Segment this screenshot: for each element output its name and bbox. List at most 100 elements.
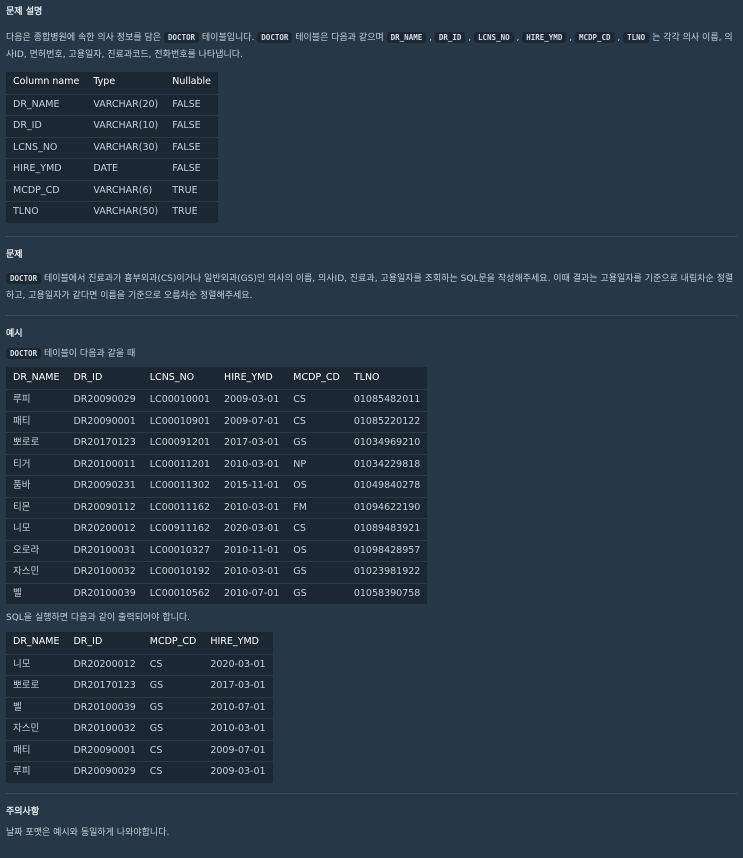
table-cell: DR_ID [6, 115, 87, 137]
table-cell: 2009-03-01 [203, 761, 273, 783]
table-cell: DR20200012 [66, 518, 143, 540]
table-cell: 니모 [6, 653, 67, 676]
table-cell: LC00010562 [142, 582, 218, 604]
table-cell: FALSE [165, 158, 218, 180]
desc-text-1: 다음은 종합병원에 속한 의사 정보를 담은 [6, 32, 164, 43]
code-doctor: DOCTOR [163, 31, 200, 43]
table-cell: DR20090112 [66, 496, 143, 519]
table-cell: GS [142, 675, 204, 697]
table-cell: FALSE [165, 115, 218, 137]
table-cell: LC00011201 [142, 453, 218, 476]
table-cell: 01085220122 [346, 410, 428, 433]
table-header-cell: DR_NAME [13, 636, 60, 648]
table-cell: 2010-03-01 [217, 561, 287, 583]
table-header-cell: DR_ID [73, 636, 103, 648]
table-cell: 01049840278 [346, 475, 428, 497]
schema-table: Column name Type Nullable DR_NAME VARCHAR… [6, 71, 218, 223]
table-row: HIRE_YMD DATE FALSE [6, 158, 218, 180]
table-header-cell: DR_NAME [13, 371, 60, 383]
table-cell: DR20090001 [66, 739, 143, 762]
code-doctor: DOCTOR [257, 31, 293, 43]
desc-heading: 문제 설명 [6, 7, 43, 17]
table-cell: 01089483921 [346, 518, 428, 540]
desc-paragraph: 다음은 종합병원에 속한 의사 정보를 담은 DOCTOR 테이블입니다. DO… [6, 31, 733, 60]
table-cell: 자스민 [6, 718, 67, 740]
note-heading: 주의사항 [6, 806, 40, 817]
table-cell: LC00911162 [142, 518, 218, 540]
table-cell: DATE [86, 158, 166, 180]
doctor-data-table-body: 루피 DR20090029 LC00010001 2009-03-01 CS 010854… [6, 389, 428, 604]
table-cell: 벨 [6, 696, 67, 719]
table-cell: LC00091201 [142, 432, 218, 454]
table-cell: GS [142, 718, 204, 740]
table-cell: FALSE [165, 93, 218, 116]
table-cell: 2010-03-01 [217, 496, 287, 519]
table-header-row: Column name Type Nullable [6, 72, 218, 95]
table-cell: 루피 [6, 761, 67, 783]
table-cell: LC00010001 [142, 389, 218, 411]
table-cell: 2015-11-01 [217, 475, 287, 497]
table-cell: CS [142, 739, 204, 762]
table-cell: 01058390758 [346, 582, 428, 604]
table-header-row: DR_NAME DR_ID LCNS_NO HIRE_YMD MCDP_CD T… [6, 367, 427, 390]
table-cell: VARCHAR(10) [86, 115, 166, 137]
table-cell: CS [286, 518, 347, 540]
table-cell: 품바 [6, 475, 67, 497]
table-cell: DR20090001 [66, 410, 143, 433]
table-row: 뽀로로 DR20170123 LC00091201 2017-03-01 GS 01034… [6, 432, 428, 454]
table-cell: TRUE [165, 179, 218, 202]
table-cell: VARCHAR(30) [86, 136, 166, 159]
table-cell: DR20200012 [66, 653, 143, 676]
table-cell: 2020-03-01 [217, 518, 287, 540]
table-row: 티몬 DR20090112 LC00011162 2010-03-01 FM 010946… [6, 496, 428, 519]
table-cell: 자스민 [6, 561, 67, 583]
table-cell: 01094622190 [346, 496, 428, 519]
table-cell: OS [286, 475, 347, 497]
table-cell: TLNO [6, 201, 87, 223]
table-cell: 티거 [6, 453, 67, 476]
table-cell: VARCHAR(6) [86, 179, 166, 202]
table-cell: CS [286, 410, 347, 433]
table-cell: 패티 [6, 739, 67, 762]
section-divider [6, 315, 737, 316]
table-cell: 2010-03-01 [203, 718, 273, 740]
table-cell: 뽀로로 [6, 432, 67, 454]
table-cell: DR20100032 [66, 718, 143, 740]
table-row: DR_NAME VARCHAR(20) FALSE [6, 93, 218, 116]
code-column: HIRE_YMD [522, 31, 567, 43]
table-cell: 2020-03-01 [203, 653, 273, 676]
problem-paragraph: DOCTOR 테이블에서 진료과가 흉부외과(CS)이거나 일반외과(GS)인 … [6, 270, 737, 305]
code-doctor: DOCTOR [6, 347, 42, 359]
table-cell: 2017-03-01 [203, 675, 273, 697]
table-cell: LC00011162 [142, 496, 218, 519]
table-cell: 01034969210 [346, 432, 428, 454]
table-cell: GS [286, 561, 347, 583]
table-cell: LC00010192 [142, 561, 218, 583]
table-cell: GS [286, 582, 347, 604]
desc-text-2: 테이블입니다. [199, 32, 258, 43]
section-divider [6, 235, 737, 237]
problem-text: 테이블에서 진료과가 흉부외과(CS)이거나 일반외과(GS)인 의사의 이름,… [6, 274, 734, 301]
table-cell: DR20090029 [66, 761, 143, 783]
table-cell: 뽀로로 [6, 675, 67, 697]
note-paragraph: 날짜 포맷은 예시와 동일하게 나와야합니다. [6, 828, 170, 838]
table-header-cell: HIRE_YMD [224, 371, 273, 383]
table-row: 니모 DR20200012 CS 2020-03-01 [6, 653, 273, 676]
table-cell: DR20100039 [66, 582, 143, 604]
table-row: 자스민 DR20100032 GS 2010-03-01 [6, 718, 273, 740]
table-header-cell: DR_ID [73, 371, 103, 383]
table-cell: 니모 [6, 518, 67, 540]
table-cell: DR20090231 [66, 475, 143, 497]
table-cell: LC00011302 [142, 475, 218, 497]
code-column: DR_ID [434, 31, 466, 43]
table-cell: LCNS_NO [6, 136, 87, 159]
result-intro: SQL을 실행하면 다음과 같이 출력되어야 합니다. [6, 613, 191, 623]
doctor-data-table: DR_NAME DR_ID LCNS_NO HIRE_YMD MCDP_CD T… [6, 367, 428, 604]
table-header-cell: LCNS_NO [149, 371, 195, 383]
table-cell: GS [286, 432, 347, 454]
table-cell: 2009-07-01 [203, 739, 273, 762]
code-column: TLNO [623, 31, 650, 43]
table-cell: 2009-03-01 [217, 389, 287, 411]
table-cell: 2010-07-01 [203, 696, 273, 719]
table-cell: 01098428957 [346, 539, 428, 562]
